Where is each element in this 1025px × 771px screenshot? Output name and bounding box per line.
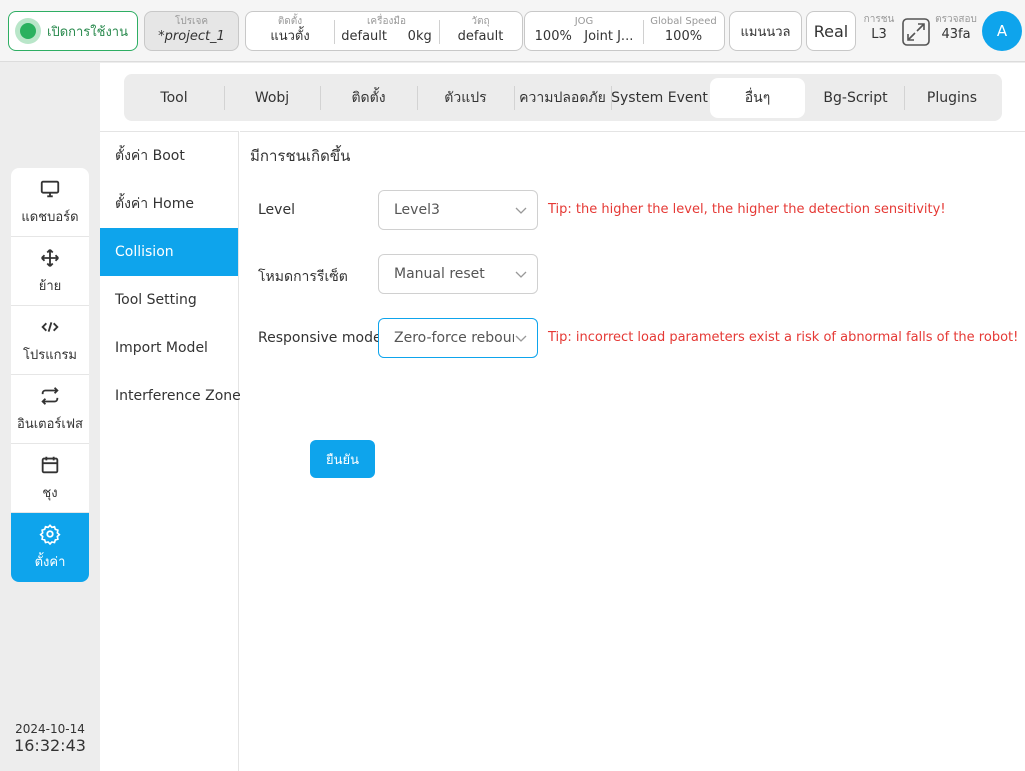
- submenu-boot-settings[interactable]: ตั้งค่า Boot: [100, 132, 238, 180]
- check-label: ตรวจสอบ: [935, 14, 977, 25]
- reset-mode-label: โหมดการรีเซ็ต: [258, 269, 348, 285]
- project-name: *project_1: [158, 29, 225, 44]
- manual-mode-button[interactable]: แมนนวล: [729, 11, 802, 51]
- responsive-mode-tip: Tip: incorrect load parameters exist a r…: [548, 330, 1019, 345]
- submenu-home-settings[interactable]: ตั้งค่า Home: [100, 180, 238, 228]
- jog-label: JOG: [574, 16, 594, 27]
- move-icon: [41, 248, 59, 267]
- level-select-value: Level3: [394, 202, 440, 218]
- calendar-icon: [41, 456, 59, 473]
- nav-label-calendar: ชุง: [42, 485, 58, 501]
- collision-level-indicator[interactable]: การชน L3: [860, 14, 898, 43]
- reset-mode-select[interactable]: Manual reset: [378, 254, 538, 294]
- submenu-tool-setting[interactable]: Tool Setting: [100, 276, 238, 324]
- nav-item-calendar[interactable]: ชุง: [11, 444, 89, 513]
- tab-tool[interactable]: Tool: [124, 78, 224, 118]
- nav-label-settings: ตั้งค่า: [34, 555, 66, 570]
- gear-icon: [39, 524, 61, 545]
- tool-cell[interactable]: เครื่องมือ default 0kg: [334, 12, 439, 50]
- install-label: ติดตั้ง: [277, 16, 303, 27]
- nav-item-move[interactable]: ย้าย: [11, 237, 89, 306]
- expand-icon[interactable]: [901, 17, 931, 47]
- speed-group[interactable]: JOG 100% Joint J... Global Speed 100%: [524, 11, 725, 51]
- submenu-interference-zone[interactable]: Interference Zone: [100, 372, 241, 420]
- collision-label: การชน: [863, 14, 895, 25]
- jog-cell[interactable]: JOG 100% Joint J...: [525, 12, 643, 50]
- level-select[interactable]: Level3: [378, 190, 538, 230]
- nav-label-program: โปรแกรม: [22, 347, 78, 363]
- tab-others[interactable]: อื่นๆ: [710, 77, 805, 118]
- collision-value: L3: [871, 27, 887, 42]
- nav-item-interface[interactable]: อินเตอร์เฟส: [11, 375, 89, 444]
- chevron-down-icon: [515, 335, 527, 342]
- check-indicator[interactable]: ตรวจสอบ 43fa: [931, 14, 981, 43]
- install-value: แนวตั้ง: [270, 29, 310, 44]
- global-speed-cell[interactable]: Global Speed 100%: [643, 12, 724, 50]
- left-nav: แดชบอร์ด ย้าย โปรแกรม อินเตอร์เฟส ชุง ตั…: [11, 168, 89, 582]
- tool-label: เครื่องมือ: [367, 16, 406, 27]
- nav-label-move: ย้าย: [38, 278, 62, 294]
- project-selector[interactable]: โปรเจค *project_1: [144, 11, 239, 51]
- tab-system-event[interactable]: System Event: [611, 78, 708, 118]
- submenu-collision[interactable]: Collision: [100, 228, 238, 276]
- nav-label-dashboard: แดชบอร์ด: [21, 209, 79, 225]
- sub-menu: ตั้งค่า Boot ตั้งค่า Home Collision Tool…: [100, 131, 241, 771]
- real-mode-button[interactable]: Real: [806, 11, 856, 51]
- collision-settings: มีการชนเกิดขึ้น Level Level3 Tip: the hi…: [240, 131, 1025, 771]
- config-group[interactable]: ติดตั้ง แนวตั้ง เครื่องมือ default 0kg ว…: [245, 11, 523, 51]
- tab-install[interactable]: ติดตั้ง: [320, 78, 417, 118]
- tool-weight: 0kg: [407, 29, 432, 44]
- confirm-button[interactable]: ยืนยัน: [310, 440, 375, 478]
- code-icon: [41, 321, 59, 332]
- object-cell[interactable]: วัตถุ default: [439, 12, 522, 50]
- level-label: Level: [258, 202, 295, 218]
- check-value: 43fa: [941, 27, 971, 42]
- top-bar: เปิดการใช้งาน โปรเจค *project_1 ติดตั้ง …: [0, 0, 1025, 62]
- tab-variables[interactable]: ตัวแปร: [417, 78, 514, 118]
- nav-item-settings[interactable]: ตั้งค่า: [11, 513, 89, 582]
- tab-plugins[interactable]: Plugins: [904, 78, 1000, 118]
- tool-value-line: default 0kg: [334, 28, 439, 45]
- object-label: วัตถุ: [471, 16, 490, 27]
- level-tip: Tip: the higher the level, the higher th…: [548, 202, 946, 217]
- install-cell[interactable]: ติดตั้ง แนวตั้ง: [246, 12, 334, 50]
- chevron-down-icon: [515, 271, 527, 278]
- submenu-import-model[interactable]: Import Model: [100, 324, 238, 372]
- jog-mode: Joint J...: [584, 29, 634, 44]
- nav-item-dashboard[interactable]: แดชบอร์ด: [11, 168, 89, 237]
- datetime-display: 2024-10-14 16:32:43: [8, 722, 92, 755]
- current-time: 16:32:43: [14, 736, 86, 755]
- chevron-down-icon: [515, 207, 527, 214]
- tab-wobj[interactable]: Wobj: [224, 78, 320, 118]
- tab-safety[interactable]: ความปลอดภัย: [514, 78, 611, 118]
- user-avatar[interactable]: A: [982, 11, 1022, 51]
- jog-value: 100%: [534, 29, 572, 44]
- monitor-icon: [40, 180, 60, 197]
- nav-label-interface: อินเตอร์เฟส: [17, 416, 83, 432]
- global-speed-label: Global Speed: [650, 16, 717, 27]
- power-label: เปิดการใช้งาน: [47, 24, 128, 40]
- nav-item-program[interactable]: โปรแกรม: [11, 306, 89, 375]
- settings-panel: Tool Wobj ติดตั้ง ตัวแปร ความปลอดภัย Sys…: [100, 63, 1025, 771]
- project-label: โปรเจค: [174, 16, 209, 27]
- global-speed-value: 100%: [664, 29, 703, 44]
- current-date: 2024-10-14: [15, 722, 85, 736]
- power-status-icon: [15, 18, 41, 44]
- interface-icon: [41, 386, 59, 405]
- section-title: มีการชนเกิดขึ้น: [250, 147, 351, 165]
- object-value: default: [457, 29, 504, 44]
- responsive-mode-select-value: Zero-force rebound: [394, 330, 514, 346]
- jog-value-line: 100% Joint J...: [525, 28, 643, 45]
- power-toggle-button[interactable]: เปิดการใช้งาน: [8, 11, 138, 51]
- tool-value: default: [341, 29, 387, 44]
- responsive-mode-select[interactable]: Zero-force rebound: [378, 318, 538, 358]
- tab-bg-script[interactable]: Bg-Script: [807, 78, 904, 118]
- reset-mode-select-value: Manual reset: [394, 266, 485, 282]
- settings-tabs: Tool Wobj ติดตั้ง ตัวแปร ความปลอดภัย Sys…: [124, 74, 1002, 121]
- responsive-mode-label: Responsive mode: [258, 330, 382, 346]
